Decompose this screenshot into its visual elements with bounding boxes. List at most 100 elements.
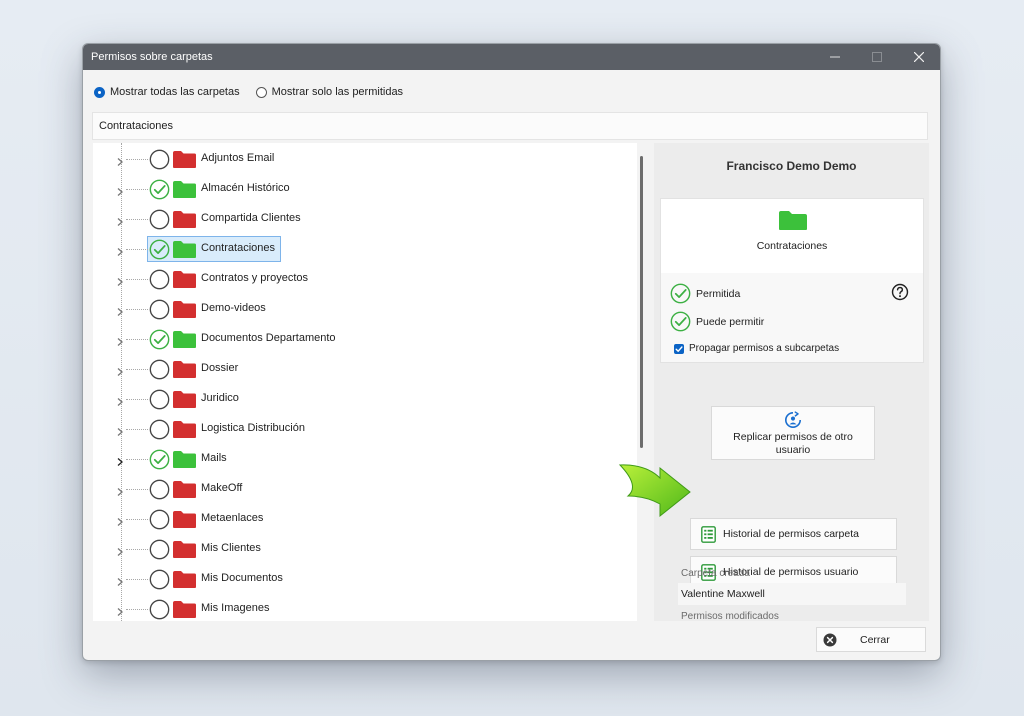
folder-icon	[172, 420, 197, 439]
empty-circle-icon[interactable]	[149, 149, 170, 170]
permission-can-grant-label: Puede permitir	[696, 315, 765, 328]
tree-row[interactable]: Contrataciones	[93, 234, 637, 264]
replicate-permissions-button[interactable]: Replicar permisos de otro usuario	[711, 406, 875, 460]
tree-item-label: Juridico	[201, 392, 239, 404]
tree-branch-line	[126, 579, 148, 580]
tree-row[interactable]: Contratos y proyectos	[93, 264, 637, 294]
empty-circle-icon[interactable]	[149, 269, 170, 290]
tree-branch-line	[126, 309, 148, 310]
expand-chevron-icon[interactable]	[116, 454, 124, 466]
expand-chevron-icon[interactable]	[116, 364, 124, 376]
tree-item-label: Mis Documentos	[201, 572, 283, 584]
tree-row[interactable]: Documentos Departamento	[93, 324, 637, 354]
filter-options: Mostrar todas las carpetas Mostrar solo …	[94, 86, 419, 98]
expand-chevron-icon[interactable]	[116, 604, 124, 616]
tree-scrollbar[interactable]	[640, 156, 643, 448]
empty-circle-icon[interactable]	[149, 419, 170, 440]
check-circle-icon[interactable]	[149, 179, 170, 200]
tree-row[interactable]: Logistica Distribución	[93, 414, 637, 444]
close-window-button[interactable]	[898, 44, 940, 70]
close-icon	[914, 52, 924, 62]
empty-circle-icon[interactable]	[149, 539, 170, 560]
tree-branch-line	[126, 279, 148, 280]
created-by-label: Carpeta creada	[681, 568, 750, 579]
check-circle-icon[interactable]	[149, 239, 170, 260]
check-circle-icon[interactable]	[149, 449, 170, 470]
highlight-arrow-icon	[618, 464, 691, 518]
permission-can-grant[interactable]: Puede permitir	[670, 311, 764, 332]
tree-branch-line	[126, 219, 148, 220]
folder-icon	[172, 390, 197, 409]
tree-item-label: Metaenlaces	[201, 512, 264, 524]
maximize-button[interactable]	[856, 44, 898, 70]
radio-show-allowed[interactable]: Mostrar solo las permitidas	[255, 86, 403, 98]
propagate-checkbox-row[interactable]: Propagar permisos a subcarpetas	[674, 343, 839, 354]
expand-chevron-icon[interactable]	[116, 274, 124, 286]
empty-circle-icon[interactable]	[149, 479, 170, 500]
minimize-button[interactable]	[814, 44, 856, 70]
tree-row[interactable]: Almacén Histórico	[93, 174, 637, 204]
title-bar[interactable]: Permisos sobre carpetas	[83, 44, 940, 70]
propagate-checkbox[interactable]	[674, 343, 684, 354]
tree-item-label: Dossier	[201, 362, 239, 374]
close-button[interactable]: Cerrar	[816, 627, 926, 652]
expand-chevron-icon[interactable]	[116, 244, 124, 256]
tree-row[interactable]: Compartida Clientes	[93, 204, 637, 234]
tree-row[interactable]: Demo-videos	[93, 294, 637, 324]
folder-icon	[172, 150, 197, 169]
empty-circle-icon[interactable]	[149, 569, 170, 590]
tree-row[interactable]: Mis Clientes	[93, 534, 637, 564]
tree-item-label: Logistica Distribución	[201, 422, 305, 434]
tree-item-label: Contratos y proyectos	[201, 272, 308, 284]
empty-circle-icon[interactable]	[149, 359, 170, 380]
tree-row[interactable]: Metaenlaces	[93, 504, 637, 534]
check-circle-icon	[670, 311, 691, 332]
radio-show-all-indicator[interactable]	[94, 86, 105, 98]
tree-branch-line	[126, 189, 148, 190]
tree-row[interactable]: Adjuntos Email	[93, 144, 637, 174]
created-by-value: Valentine Maxwell	[678, 583, 906, 605]
folder-icon	[172, 330, 197, 349]
empty-circle-icon[interactable]	[149, 599, 170, 620]
tree-row[interactable]: Juridico	[93, 384, 637, 414]
permission-allowed[interactable]: Permitida	[670, 283, 740, 304]
folder-history-label: Historial de permisos carpeta	[723, 528, 859, 540]
folder-history-button[interactable]: Historial de permisos carpeta	[690, 518, 897, 550]
tree-row[interactable]: Dossier	[93, 354, 637, 384]
tree-row[interactable]: Mails	[93, 444, 637, 474]
tree-item-label: Adjuntos Email	[201, 152, 275, 164]
empty-circle-icon[interactable]	[149, 389, 170, 410]
empty-circle-icon[interactable]	[149, 299, 170, 320]
replicate-permissions-label: Replicar permisos de otro usuario	[733, 431, 853, 456]
expand-chevron-icon[interactable]	[116, 304, 124, 316]
expand-chevron-icon[interactable]	[116, 334, 124, 346]
close-label: Cerrar	[860, 633, 890, 646]
tree-branch-line	[126, 399, 148, 400]
tree-row[interactable]: MakeOff	[93, 474, 637, 504]
expand-chevron-icon[interactable]	[116, 514, 124, 526]
tree-item-label: MakeOff	[201, 482, 243, 494]
expand-chevron-icon[interactable]	[116, 154, 124, 166]
help-icon[interactable]	[891, 283, 909, 301]
expand-chevron-icon[interactable]	[116, 484, 124, 496]
tree-row[interactable]: Mis Documentos	[93, 564, 637, 594]
empty-circle-icon[interactable]	[149, 509, 170, 530]
expand-chevron-icon[interactable]	[116, 424, 124, 436]
tree-item-label: Documentos Departamento	[201, 332, 336, 344]
expand-chevron-icon[interactable]	[116, 574, 124, 586]
folder-tree[interactable]: Adjuntos Email Almacén Histórico Compartid…	[93, 143, 637, 621]
check-circle-icon[interactable]	[149, 329, 170, 350]
radio-show-all[interactable]: Mostrar todas las carpetas	[94, 86, 240, 98]
folder-permission-card: Contrataciones Permitida Puede permitir …	[660, 198, 924, 363]
tree-row[interactable]: Mis Imagenes	[93, 594, 637, 621]
radio-show-allowed-indicator[interactable]	[255, 86, 267, 98]
expand-chevron-icon[interactable]	[116, 394, 124, 406]
expand-chevron-icon[interactable]	[116, 184, 124, 196]
user-name: Francisco Demo Demo	[726, 159, 857, 173]
tree-branch-line	[126, 519, 148, 520]
expand-chevron-icon[interactable]	[116, 214, 124, 226]
radio-show-all-label: Mostrar todas las carpetas	[110, 86, 240, 98]
empty-circle-icon[interactable]	[149, 209, 170, 230]
expand-chevron-icon[interactable]	[116, 544, 124, 556]
folder-summary: Contrataciones	[661, 199, 923, 273]
